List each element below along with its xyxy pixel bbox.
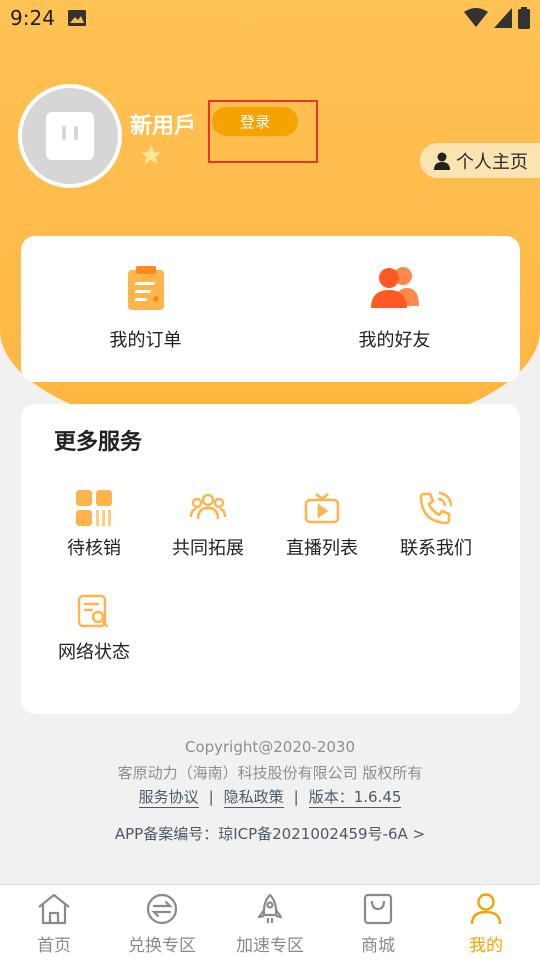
live-list-label: 直播列表 <box>286 538 358 559</box>
tab-exchange[interactable]: 兑换专区 <box>108 885 216 961</box>
network-status-item[interactable]: 网络状态 <box>37 592 151 664</box>
wifi-icon <box>464 8 488 27</box>
personal-homepage-button[interactable]: 个人主页 <box>420 143 540 178</box>
personal-homepage-label: 个人主页 <box>456 151 528 173</box>
version-link[interactable]: 版本：1.6.45 <box>308 788 402 808</box>
tab-home[interactable]: 首页 <box>0 885 108 961</box>
signal-icon <box>494 8 512 28</box>
tab-exchange-label: 兑换专区 <box>128 936 196 956</box>
more-services-card: 更多服务 待核销 共同拓展 直播列表 联系我们 网络状态 <box>21 404 520 714</box>
clipboard-icon <box>126 266 166 314</box>
link-separator: | <box>208 788 214 806</box>
service-agreement-link[interactable]: 服务协议 <box>138 788 199 808</box>
battery-icon <box>518 7 530 29</box>
live-list-item[interactable]: 直播列表 <box>265 488 379 560</box>
tab-mine[interactable]: 我的 <box>432 885 540 961</box>
friends-icon <box>370 266 419 312</box>
privacy-policy-link[interactable]: 隐私政策 <box>223 788 284 808</box>
tab-accelerate[interactable]: 加速专区 <box>216 885 324 961</box>
person-icon <box>434 152 450 170</box>
my-orders-item[interactable]: 我的订单 <box>21 236 270 382</box>
rocket-icon <box>257 893 283 923</box>
contact-us-label: 联系我们 <box>400 538 472 559</box>
default-avatar-icon <box>22 88 118 184</box>
doc-search-icon <box>37 592 151 632</box>
exchange-icon <box>146 893 178 925</box>
home-icon <box>38 893 70 925</box>
my-orders-label: 我的订单 <box>109 330 182 351</box>
bottom-tab-bar: 首页 兑换专区 加速专区 商城 我的 <box>0 884 540 961</box>
tab-mall[interactable]: 商城 <box>324 885 432 961</box>
tab-accelerate-label: 加速专区 <box>236 936 304 956</box>
my-friends-item[interactable]: 我的好友 <box>270 236 519 382</box>
tv-play-icon <box>265 488 379 528</box>
network-status-label: 网络状态 <box>58 642 130 663</box>
contact-us-item[interactable]: 联系我们 <box>379 488 493 560</box>
icp-record-link[interactable]: APP备案编号：琼ICP备2021002459号-6A > <box>0 823 540 844</box>
pending-verification-item[interactable]: 待核销 <box>37 488 151 560</box>
phone-icon <box>379 488 493 528</box>
group-icon <box>151 488 265 528</box>
grid-barcode-icon <box>37 488 151 528</box>
co-expansion-item[interactable]: 共同拓展 <box>151 488 265 560</box>
quick-actions-card: 我的订单 我的好友 <box>21 236 520 382</box>
login-button[interactable]: 登录 <box>212 107 298 136</box>
link-separator: | <box>293 788 299 806</box>
co-expansion-label: 共同拓展 <box>172 538 244 559</box>
copyright-text: Copyright@2020-2030 <box>184 738 356 756</box>
more-services-title: 更多服务 <box>54 430 143 455</box>
company-text: 客原动力（海南）科技股份有限公司 版权所有 <box>117 764 423 782</box>
gallery-notification-icon <box>68 10 86 26</box>
tab-mall-label: 商城 <box>361 936 395 956</box>
star-icon <box>140 144 162 165</box>
username: 新用戶 <box>130 114 197 139</box>
my-friends-label: 我的好友 <box>358 330 431 351</box>
footer-links: 服务协议 | 隐私政策 | 版本：1.6.45 <box>0 786 540 808</box>
status-bar: 9:24 <box>0 0 540 36</box>
tab-home-label: 首页 <box>37 936 71 956</box>
avatar[interactable] <box>18 84 122 188</box>
shopping-bag-icon <box>363 893 393 925</box>
user-icon <box>470 893 502 925</box>
status-time: 9:24 <box>10 6 55 30</box>
tab-mine-label: 我的 <box>469 936 503 956</box>
pending-verification-label: 待核销 <box>67 538 121 559</box>
